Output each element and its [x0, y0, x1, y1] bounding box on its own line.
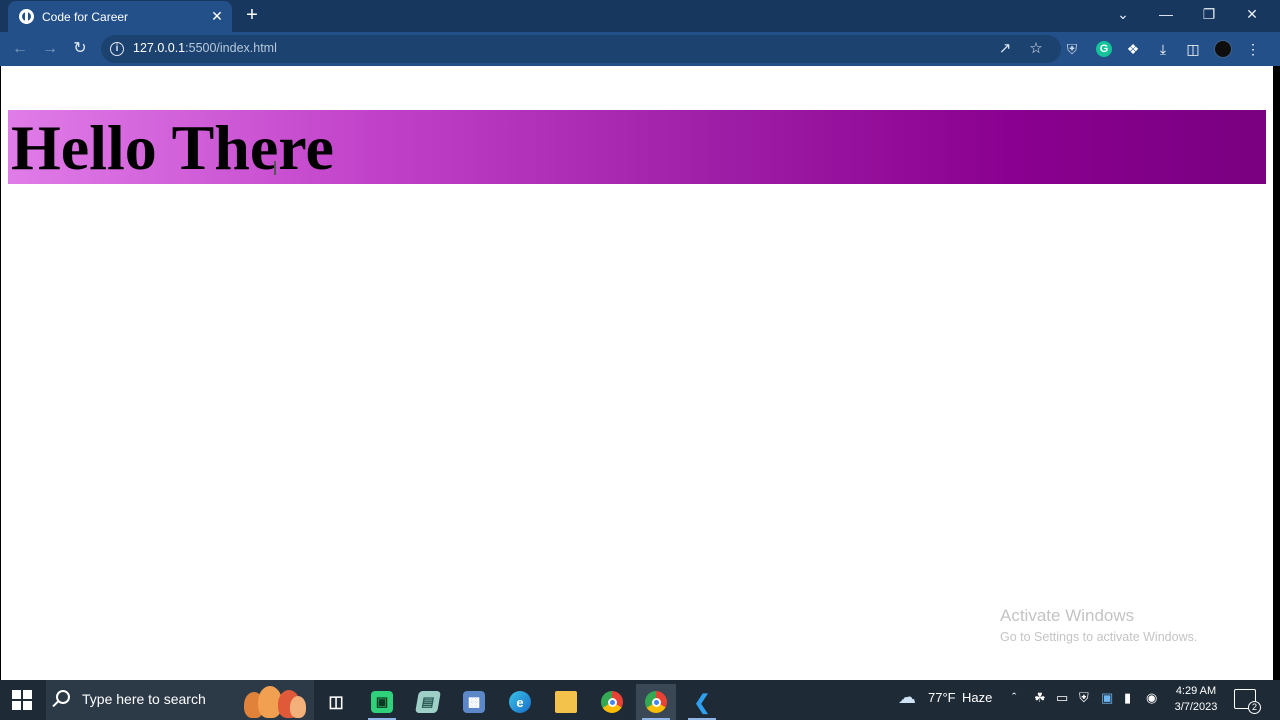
- windows-start-icon[interactable]: [12, 690, 32, 710]
- profile-avatar[interactable]: [1214, 40, 1232, 58]
- browser-tab[interactable]: Code for Career ✕: [8, 1, 232, 32]
- shield-extension-icon[interactable]: ⛨: [1062, 39, 1082, 59]
- taskbar-app-2[interactable]: ▤: [408, 684, 448, 720]
- notepad-app-icon: ▤: [415, 691, 441, 713]
- tab-search-chevron-icon[interactable]: ⌄: [1102, 0, 1144, 30]
- meet-app-icon: ▣: [371, 691, 393, 713]
- browser-titlebar: Code for Career ✕ + ⌄ — ❐ ✕: [0, 0, 1280, 32]
- share-icon[interactable]: ↗: [995, 39, 1015, 59]
- tray-app-icon[interactable]: ☘: [1034, 690, 1046, 706]
- chrome-profile-icon: [645, 691, 667, 713]
- task-view-icon: ◫: [328, 694, 344, 711]
- taskbar-search-placeholder: Type here to search: [82, 691, 206, 707]
- page-viewport: Hello There Activate Windows Go to Setti…: [1, 66, 1273, 680]
- notification-count-badge: 2: [1248, 701, 1261, 714]
- taskbar-app-3[interactable]: ▩: [454, 684, 494, 720]
- notification-center-icon[interactable]: 2: [1234, 689, 1261, 714]
- taskbar-vscode[interactable]: ❮: [682, 684, 722, 720]
- window-edge: [1273, 66, 1280, 680]
- taskbar-chrome[interactable]: [592, 684, 632, 720]
- taskbar-clock[interactable]: 4:29 AM 3/7/2023: [1170, 683, 1222, 715]
- clock-time: 4:29 AM: [1175, 685, 1217, 697]
- extensions-puzzle-icon[interactable]: ❖: [1123, 39, 1143, 59]
- heading-banner: Hello There: [8, 110, 1266, 184]
- window-close-button[interactable]: ✕: [1231, 0, 1273, 30]
- taskbar-chrome-active[interactable]: [636, 684, 676, 720]
- search-icon: [56, 690, 70, 704]
- clock-date: 3/7/2023: [1174, 701, 1218, 713]
- vscode-icon: ❮: [693, 691, 711, 714]
- search-highlight-illustration-icon: [240, 684, 312, 718]
- grammarly-extension-icon[interactable]: G: [1096, 41, 1112, 57]
- taskbar-edge[interactable]: e: [500, 684, 540, 720]
- text-cursor-icon: [274, 161, 276, 175]
- address-bar[interactable]: i 127.0.0.1:5500/index.html ↗ ☆: [101, 35, 1061, 63]
- task-view-button[interactable]: ◫: [316, 684, 356, 720]
- url-text[interactable]: 127.0.0.1:5500/index.html: [133, 41, 277, 55]
- display-icon[interactable]: ▭: [1056, 690, 1068, 706]
- security-shield-icon[interactable]: ⛨: [1079, 690, 1089, 706]
- back-arrow-icon[interactable]: ←: [8, 37, 32, 61]
- edge-browser-icon: e: [509, 691, 531, 713]
- restore-button[interactable]: ❐: [1188, 0, 1230, 30]
- more-menu-icon[interactable]: ⋮: [1243, 39, 1263, 59]
- microphone-icon[interactable]: ▮: [1124, 690, 1131, 706]
- globe-icon: [19, 9, 34, 24]
- watermark-subtitle: Go to Settings to activate Windows.: [1000, 630, 1198, 644]
- page-heading: Hello There: [11, 112, 334, 183]
- activate-windows-watermark: Activate Windows Go to Settings to activ…: [1000, 606, 1197, 644]
- taskbar-search-box[interactable]: Type here to search: [46, 680, 314, 720]
- tray-app-blue-icon[interactable]: ▣: [1101, 690, 1113, 706]
- new-tab-button[interactable]: +: [242, 4, 262, 26]
- taskbar-file-explorer[interactable]: [546, 684, 586, 720]
- camera-icon[interactable]: ◉: [1146, 690, 1157, 706]
- tab-close-icon[interactable]: ✕: [206, 8, 228, 25]
- weather-condition[interactable]: Haze: [962, 690, 992, 705]
- watermark-title: Activate Windows: [1000, 606, 1135, 625]
- show-hidden-icons-chevron-icon[interactable]: ˆ: [1012, 690, 1016, 705]
- taskbar-app-1[interactable]: ▣: [362, 684, 402, 720]
- url-host: 127.0.0.1: [133, 41, 186, 55]
- file-explorer-icon: [555, 691, 577, 713]
- weather-temperature[interactable]: 77°F: [928, 690, 956, 705]
- side-panel-icon[interactable]: ◫: [1183, 39, 1203, 59]
- tab-title: Code for Career: [42, 9, 129, 24]
- site-info-icon[interactable]: i: [110, 42, 124, 56]
- url-path: :5500/index.html: [185, 41, 277, 55]
- weather-cloud-icon[interactable]: ☁: [898, 687, 916, 708]
- reload-icon[interactable]: ↻: [68, 37, 92, 61]
- forward-arrow-icon[interactable]: →: [38, 37, 62, 61]
- download-icon[interactable]: ⤓: [1153, 39, 1173, 59]
- minimize-button[interactable]: —: [1145, 0, 1187, 30]
- browser-toolbar: ← → ↻ i 127.0.0.1:5500/index.html ↗ ☆ ⛨ …: [0, 32, 1280, 66]
- remote-desktop-icon: ▩: [463, 691, 485, 713]
- bookmark-star-icon[interactable]: ☆: [1026, 39, 1046, 59]
- chrome-icon: [601, 691, 623, 713]
